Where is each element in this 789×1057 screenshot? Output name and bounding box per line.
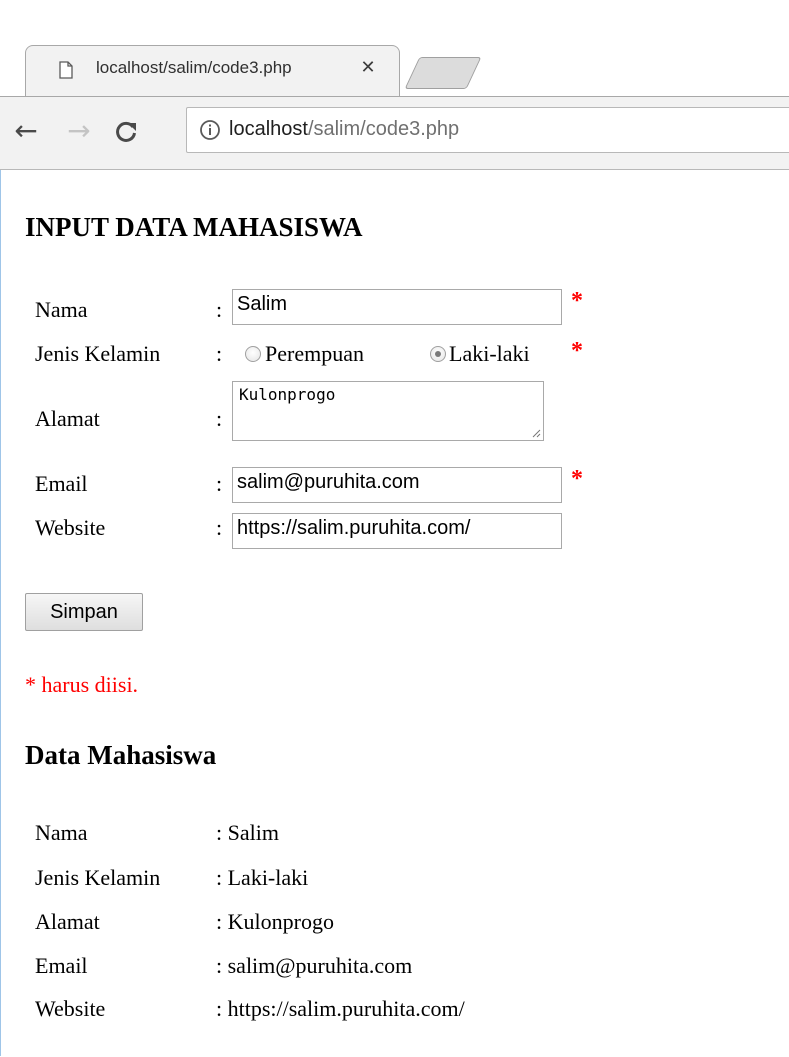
resize-grip-icon[interactable]	[531, 428, 541, 438]
website-input[interactable]: https://salim.puruhita.com/	[232, 513, 562, 549]
output-nama-value: : Salim	[216, 820, 279, 845]
url-text: localhost/salim/code3.php	[229, 118, 459, 141]
page-icon	[59, 61, 73, 79]
required-note: * harus diisi.	[25, 672, 139, 697]
browser-toolbar: ← → localhost/salim/code3.php	[0, 96, 789, 170]
close-icon[interactable]: ✕	[359, 57, 377, 78]
url-host: localhost	[229, 118, 308, 140]
alamat-value: Kulonprogo	[239, 385, 336, 404]
email-input[interactable]: salim@puruhita.com	[232, 467, 562, 503]
simpan-button[interactable]: Simpan	[25, 593, 143, 631]
alamat-textarea[interactable]: Kulonprogo	[232, 381, 544, 441]
back-arrow-icon[interactable]: ←	[12, 115, 40, 147]
output-email-value: : salim@puruhita.com	[216, 953, 413, 978]
output-website-value: : https://salim.puruhita.com/	[216, 996, 465, 1021]
output-jenis-kelamin-value: : Laki-laki	[216, 865, 309, 890]
output-alamat-label: Alamat	[35, 909, 100, 934]
required-mark: *	[571, 288, 583, 314]
email-label: Email	[35, 471, 88, 496]
tab-strip: localhost/salim/code3.php ✕	[0, 0, 789, 97]
info-icon[interactable]	[199, 119, 221, 141]
nama-input[interactable]: Salim	[232, 289, 562, 325]
output-nama-label: Nama	[35, 820, 88, 845]
url-path: /salim/code3.php	[307, 118, 460, 140]
radio-laki-laki-label: Laki-laki	[449, 341, 530, 366]
colon: :	[216, 471, 223, 496]
tab-title-fade	[296, 54, 346, 84]
required-mark: *	[571, 466, 583, 492]
output-email-label: Email	[35, 953, 88, 978]
reload-icon[interactable]	[112, 115, 140, 147]
colon: :	[216, 341, 223, 366]
forward-arrow-icon[interactable]: →	[65, 115, 93, 147]
output-alamat-value: : Kulonprogo	[216, 909, 334, 934]
browser-tab[interactable]: localhost/salim/code3.php ✕	[25, 45, 400, 97]
new-tab-button[interactable]	[404, 57, 482, 89]
page-title: INPUT DATA MAHASISWA	[25, 212, 363, 242]
output-jenis-kelamin-label: Jenis Kelamin	[35, 865, 161, 890]
alamat-label: Alamat	[35, 406, 100, 431]
radio-perempuan-label: Perempuan	[265, 341, 364, 366]
output-website-label: Website	[35, 996, 106, 1021]
nama-label: Nama	[35, 297, 88, 322]
jenis-kelamin-label: Jenis Kelamin	[35, 341, 161, 366]
colon: :	[216, 515, 223, 540]
section-title: Data Mahasiswa	[25, 740, 217, 770]
website-label: Website	[35, 515, 106, 540]
address-bar[interactable]: localhost/salim/code3.php	[186, 107, 789, 153]
radio-perempuan[interactable]	[245, 346, 261, 362]
radio-laki-laki[interactable]	[430, 346, 446, 362]
colon: :	[216, 297, 223, 322]
required-mark: *	[571, 338, 583, 364]
colon: :	[216, 406, 223, 431]
